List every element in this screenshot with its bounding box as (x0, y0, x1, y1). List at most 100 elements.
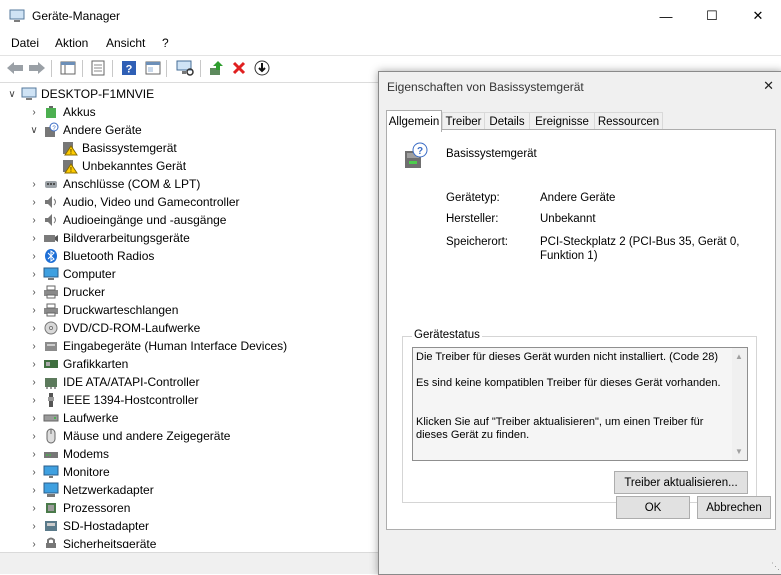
back-arrow-icon[interactable] (6, 59, 24, 77)
tree-item[interactable]: › Druckwarteschlangen (28, 301, 178, 319)
scroll-down-icon[interactable]: ▼ (735, 445, 743, 458)
tree-item-label: Laufwerke (63, 411, 119, 425)
tree-item[interactable]: › Bluetooth Radios (28, 247, 154, 265)
chevron-right-icon[interactable]: › (28, 503, 40, 514)
help-icon[interactable]: ? (120, 59, 138, 77)
printer-icon (43, 284, 59, 300)
chevron-right-icon[interactable]: › (28, 485, 40, 496)
tree-item[interactable]: › Audioeingänge und -ausgänge (28, 211, 226, 229)
device-status-textbox[interactable]: Die Treiber für dieses Gerät wurden nich… (412, 347, 748, 461)
tree-item-label: Andere Geräte (63, 123, 142, 137)
close-button[interactable]: ✕ (735, 0, 781, 32)
dialog-title: Eigenschaften von Basissystemgerät (387, 80, 584, 94)
resize-grip-icon[interactable]: ⋱ (771, 561, 780, 572)
ok-button[interactable]: OK (616, 496, 690, 519)
console-view-icon[interactable] (144, 59, 162, 77)
maximize-button[interactable]: ☐ (689, 0, 735, 32)
chevron-right-icon[interactable]: › (28, 521, 40, 532)
warning-device-icon: ! (62, 140, 78, 156)
chevron-right-icon[interactable]: › (28, 233, 40, 244)
tree-item-label: Grafikkarten (63, 357, 129, 371)
tree-item[interactable]: › DVD/CD-ROM-Laufwerke (28, 319, 200, 337)
hid-icon (43, 338, 59, 354)
tree-item[interactable]: › IEEE 1394-Hostcontroller (28, 391, 198, 409)
tree-item[interactable]: › Sicherheitsgeräte (28, 535, 156, 548)
tab-allgemein[interactable]: Allgemein (386, 110, 442, 132)
update-driver-button[interactable]: Treiber aktualisieren... (614, 471, 748, 494)
tree-item[interactable]: › Eingabegeräte (Human Interface Devices) (28, 337, 287, 355)
tree-item[interactable]: › Grafikkarten (28, 355, 128, 373)
tree-item[interactable]: › Netzwerkadapter (28, 481, 154, 499)
tree-item-label: Audio, Video und Gamecontroller (63, 195, 240, 209)
dialog-close-button[interactable]: ✕ (763, 78, 774, 94)
chevron-down-icon[interactable]: ∨ (6, 89, 18, 100)
tree-root-label: DESKTOP-F1MNVIE (41, 87, 155, 101)
scroll-up-icon[interactable]: ▲ (735, 350, 743, 363)
tree-item[interactable]: › Prozessoren (28, 499, 130, 517)
status-scrollbar[interactable]: ▲ ▼ (732, 348, 747, 460)
tree-item[interactable]: › Bildverarbeitungsgeräte (28, 229, 189, 247)
menu-aktion[interactable]: Aktion (55, 36, 88, 50)
forward-arrow-icon[interactable] (28, 59, 46, 77)
chevron-right-icon[interactable]: › (28, 395, 40, 406)
chevron-right-icon[interactable]: › (28, 341, 40, 352)
camera-icon (43, 230, 59, 246)
tree-item[interactable]: › Monitore (28, 463, 109, 481)
tree-item-label: Mäuse und andere Zeigegeräte (63, 429, 231, 443)
update-driver-icon[interactable] (207, 59, 225, 77)
properties-sheet-icon[interactable] (89, 59, 107, 77)
tree-item[interactable]: › Mäuse und andere Zeigegeräte (28, 427, 230, 445)
chevron-right-icon[interactable]: › (28, 287, 40, 298)
tree-item[interactable]: ∨? Andere Geräte (28, 121, 142, 139)
tree-item[interactable]: ! Basissystemgerät (47, 139, 177, 157)
show-hide-console-tree-icon[interactable] (59, 59, 77, 77)
download-circle-icon[interactable] (253, 59, 271, 77)
chevron-right-icon[interactable]: › (28, 179, 40, 190)
tree-item-label: Akkus (63, 105, 96, 119)
chevron-right-icon[interactable]: › (28, 413, 40, 424)
controller-icon (43, 374, 59, 390)
chevron-right-icon[interactable]: › (28, 539, 40, 549)
minimize-button[interactable]: — (643, 0, 689, 32)
tree-item-label: Anschlüsse (COM & LPT) (63, 177, 201, 191)
tree-item[interactable]: › IDE ATA/ATAPI-Controller (28, 373, 199, 391)
tree-item[interactable]: › SD-Hostadapter (28, 517, 149, 535)
menu-datei[interactable]: Datei (11, 36, 39, 50)
chevron-right-icon[interactable]: › (28, 377, 40, 388)
tree-item-label: Modems (63, 447, 110, 461)
tree-root[interactable]: ∨ DESKTOP-F1MNVIE (6, 85, 154, 103)
chevron-right-icon[interactable]: › (28, 215, 40, 226)
uninstall-device-icon[interactable] (230, 59, 248, 77)
computer-icon (43, 266, 59, 282)
cancel-button[interactable]: Abbrechen (697, 496, 771, 519)
tree-item[interactable]: › Computer (28, 265, 115, 283)
chevron-right-icon[interactable]: › (28, 431, 40, 442)
chevron-right-icon[interactable]: › (28, 107, 40, 118)
computer-icon (21, 86, 37, 102)
tree-item-label: Eingabegeräte (Human Interface Devices) (63, 339, 288, 353)
tree-item[interactable]: › Drucker (28, 283, 105, 301)
chevron-right-icon[interactable]: › (28, 467, 40, 478)
chevron-right-icon[interactable]: › (28, 359, 40, 370)
chevron-right-icon[interactable]: › (28, 449, 40, 460)
device-name: Basissystemgerät (446, 148, 537, 160)
chevron-right-icon[interactable]: › (28, 323, 40, 334)
menu-help[interactable]: ? (162, 36, 169, 50)
manufacturer-label: Hersteller: (446, 213, 499, 225)
unknown-device-icon: ? (403, 142, 429, 173)
scan-hardware-icon[interactable] (176, 59, 194, 77)
tree-item[interactable]: ! Unbekanntes Gerät (47, 157, 186, 175)
tree-item[interactable]: › Laufwerke (28, 409, 118, 427)
chevron-right-icon[interactable]: › (28, 197, 40, 208)
menu-ansicht[interactable]: Ansicht (106, 36, 145, 50)
tree-item[interactable]: › Audio, Video und Gamecontroller (28, 193, 240, 211)
location-label: Speicherort: (446, 236, 509, 248)
chevron-right-icon[interactable]: › (28, 305, 40, 316)
chevron-down-icon[interactable]: ∨ (28, 125, 40, 136)
tree-item[interactable]: › Anschlüsse (COM & LPT) (28, 175, 200, 193)
title-bar: Geräte-Manager — ☐ ✕ (0, 0, 781, 32)
tree-item[interactable]: › Akkus (28, 103, 96, 121)
chevron-right-icon[interactable]: › (28, 251, 40, 262)
tree-item[interactable]: › Modems (28, 445, 109, 463)
chevron-right-icon[interactable]: › (28, 269, 40, 280)
